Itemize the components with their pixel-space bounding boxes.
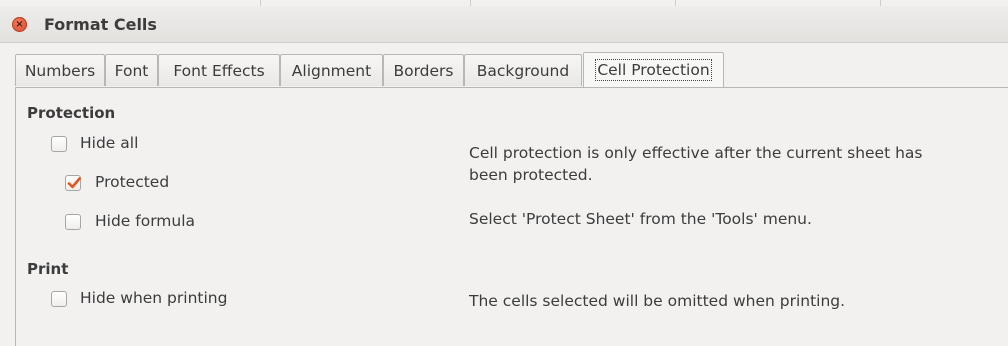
tools-menu-hint: Select 'Protect Sheet' from the 'Tools' … xyxy=(469,210,812,228)
checkbox-box[interactable] xyxy=(51,136,67,152)
protection-heading: Protection xyxy=(27,104,116,122)
window-title: Format Cells xyxy=(44,15,157,34)
tab-label: Alignment xyxy=(291,62,372,80)
tab-label: Font xyxy=(114,62,149,80)
tab-label: Numbers xyxy=(24,62,96,80)
hide-when-printing-label: Hide when printing xyxy=(80,289,228,307)
cell-protection-panel: Protection Hide all Protected Hide formu… xyxy=(15,87,1008,346)
print-heading: Print xyxy=(27,260,69,278)
close-button[interactable]: × xyxy=(12,17,27,32)
tab-numbers[interactable]: Numbers xyxy=(15,54,105,86)
tab-background[interactable]: Background xyxy=(464,54,582,86)
protection-info-line-2: been protected. xyxy=(469,166,593,184)
tab-font-effects[interactable]: Font Effects xyxy=(158,54,280,86)
tab-label: Cell Protection xyxy=(595,59,712,81)
close-icon: × xyxy=(15,19,24,30)
protection-info: Cell protection is only effective after … xyxy=(469,142,923,186)
tab-label: Borders xyxy=(393,62,454,80)
protection-info-line-1: Cell protection is only effective after … xyxy=(469,144,923,162)
checkbox-box[interactable] xyxy=(65,175,81,191)
protected-label: Protected xyxy=(95,173,170,191)
title-bar: × Format Cells xyxy=(0,6,1008,43)
tab-label: Font Effects xyxy=(173,62,265,80)
hide-all-label: Hide all xyxy=(80,134,139,152)
hide-formula-label: Hide formula xyxy=(95,212,196,230)
tab-cell-protection[interactable]: Cell Protection xyxy=(583,52,724,87)
checkbox-box[interactable] xyxy=(51,291,67,307)
tab-alignment[interactable]: Alignment xyxy=(280,54,383,86)
tab-label: Background xyxy=(476,62,570,80)
checkbox-box[interactable] xyxy=(65,214,81,230)
print-info: The cells selected will be omitted when … xyxy=(469,292,846,310)
tab-borders[interactable]: Borders xyxy=(383,54,464,86)
checkmark-icon xyxy=(67,177,81,189)
tab-font[interactable]: Font xyxy=(105,54,158,86)
